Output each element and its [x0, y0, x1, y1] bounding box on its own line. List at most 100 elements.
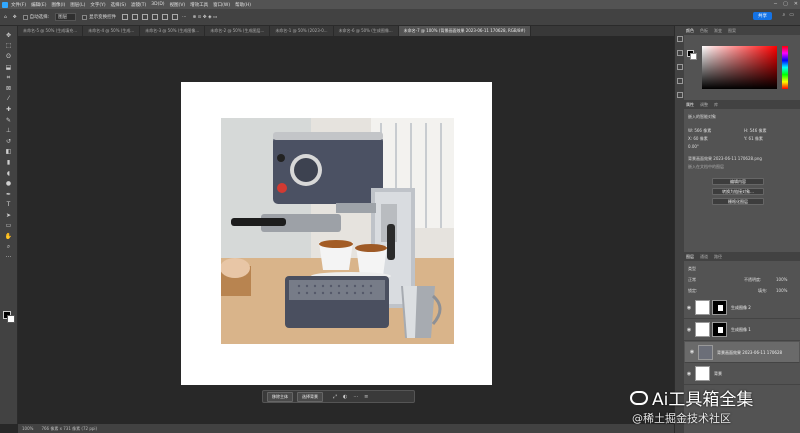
tab-libraries[interactable]: 库 — [714, 102, 718, 108]
menu-filter[interactable]: 滤镜(T) — [131, 2, 146, 8]
menu-window[interactable]: 窗口(W) — [213, 2, 230, 8]
more-icon[interactable]: ··· — [353, 394, 358, 400]
paragraph-panel-icon[interactable] — [676, 92, 683, 98]
eraser-tool-icon[interactable]: ◧ — [4, 147, 13, 156]
maximize-icon[interactable]: ▢ — [783, 1, 788, 7]
align-bottom-icon[interactable] — [172, 14, 179, 20]
rasterize-layer-button[interactable]: 栅格化图层 — [712, 198, 764, 205]
settings-icon[interactable]: ≡ — [364, 394, 368, 400]
brush-panel-icon[interactable] — [676, 64, 683, 70]
auto-select-checkbox[interactable] — [22, 14, 28, 20]
layer-row[interactable]: ◉ 生成图像 1 — [684, 319, 800, 341]
background-color-swatch[interactable] — [7, 315, 15, 323]
object-select-tool-icon[interactable]: ⬓ — [4, 63, 13, 72]
move-tool-icon[interactable]: ✥ — [4, 31, 13, 40]
align-left-icon[interactable] — [122, 14, 129, 20]
actions-panel-icon[interactable] — [676, 50, 683, 56]
more-tools-icon[interactable]: ··· — [4, 253, 13, 262]
tab-doc-7-active[interactable]: 未命名-7 @ 100% (背景画面效果 2023-06-11 170628, … — [398, 26, 532, 36]
tab-paths[interactable]: 路径 — [714, 254, 722, 260]
layer-row[interactable]: ◉ 背景 — [684, 363, 800, 385]
align-middle-icon[interactable] — [162, 14, 169, 20]
layer-kind-filter[interactable]: 类型 — [688, 266, 696, 272]
select-background-button[interactable]: 选择背景 — [297, 391, 323, 402]
rectangle-tool-icon[interactable]: ▭ — [4, 221, 13, 230]
convert-to-linked-button[interactable]: 转换为链接对象... — [712, 188, 764, 195]
tab-doc-3[interactable]: 未命名-3 @ 50% (生成图像... — [140, 26, 206, 36]
minimize-icon[interactable]: ─ — [774, 1, 777, 7]
menu-help[interactable]: 帮助(H) — [235, 2, 251, 8]
menu-3d[interactable]: 3D(D) — [151, 2, 164, 7]
tab-properties[interactable]: 属性 — [686, 102, 694, 108]
mask-icon[interactable]: ◐ — [343, 394, 347, 400]
y-field[interactable]: Y: 61 像素 — [744, 136, 763, 142]
x-field[interactable]: X: 60 像素 — [688, 136, 708, 142]
tab-layers[interactable]: 图层 — [686, 254, 694, 260]
zoom-tool-icon[interactable]: ⌕ — [4, 243, 13, 252]
gradient-tool-icon[interactable]: ▮ — [4, 158, 13, 167]
visibility-eye-icon[interactable]: ◉ — [685, 327, 693, 333]
crop-tool-icon[interactable]: ⌗ — [4, 73, 13, 82]
menu-image[interactable]: 图像(I) — [51, 2, 65, 8]
workspace-icon[interactable]: ▭ — [789, 12, 794, 18]
visibility-eye-icon[interactable]: ◉ — [688, 349, 696, 356]
menu-file[interactable]: 文件(F) — [11, 2, 26, 8]
align-center-icon[interactable] — [132, 14, 139, 20]
hue-slider[interactable] — [782, 46, 788, 89]
document-canvas[interactable] — [181, 82, 492, 385]
visibility-eye-icon[interactable]: ◉ — [685, 371, 693, 377]
lasso-tool-icon[interactable]: ʘ — [4, 52, 13, 61]
visibility-eye-icon[interactable]: ◉ — [685, 305, 693, 311]
zoom-level[interactable]: 100% — [22, 426, 33, 431]
layer-row-selected[interactable]: ◉ 背景画面效果 2023-06-11 170628 — [684, 341, 800, 363]
eyedropper-tool-icon[interactable]: ⁄ — [4, 94, 13, 103]
menu-view[interactable]: 视图(V) — [170, 2, 186, 8]
hand-tool-icon[interactable]: ✋ — [4, 232, 13, 241]
close-icon[interactable]: ✕ — [794, 1, 798, 7]
fill-value[interactable]: 100% — [776, 288, 787, 293]
menu-edit[interactable]: 编辑(E) — [31, 2, 46, 8]
canvas-area[interactable]: 移除主体 选择背景 ⤢ ◐ ··· ≡ — [18, 36, 674, 424]
align-top-icon[interactable] — [152, 14, 159, 20]
type-tool-icon[interactable]: T — [4, 200, 13, 209]
menu-select[interactable]: 选择(S) — [111, 2, 126, 8]
history-brush-icon[interactable]: ↺ — [4, 137, 13, 146]
tab-color[interactable]: 颜色 — [686, 28, 694, 34]
tab-doc-1[interactable]: 未命名-1 @ 50% (2023-0... — [270, 26, 334, 36]
menu-type[interactable]: 文字(Y) — [90, 2, 105, 8]
tab-adjustments[interactable]: 调整 — [700, 102, 708, 108]
history-panel-icon[interactable] — [676, 36, 683, 42]
coffee-machine-image[interactable] — [221, 118, 454, 344]
character-panel-icon[interactable] — [676, 78, 683, 84]
edit-contents-button[interactable]: 编辑内容 — [712, 178, 764, 185]
pen-tool-icon[interactable]: ✒ — [4, 190, 13, 199]
dodge-tool-icon[interactable]: ● — [4, 179, 13, 188]
height-field[interactable]: H: 546 像素 — [744, 128, 767, 134]
tab-doc-6[interactable]: 未命名-6 @ 50% (生成图像... — [334, 26, 399, 36]
menu-layer[interactable]: 图层(L) — [70, 2, 85, 8]
auto-select-option[interactable]: 自动选择: — [22, 14, 49, 20]
home-icon[interactable]: ⌂ — [4, 15, 7, 20]
healing-brush-icon[interactable]: ✚ — [4, 105, 13, 114]
angle-field[interactable]: 0.00° — [688, 144, 699, 149]
color-picker-field[interactable] — [702, 46, 777, 89]
transform-checkbox[interactable] — [82, 14, 88, 20]
layer-mask-thumbnail[interactable] — [712, 300, 727, 315]
more-options-icon[interactable]: ··· — [182, 15, 186, 20]
brush-tool-icon[interactable]: ✎ — [4, 116, 13, 125]
layer-row[interactable]: ◉ 生成图像 2 — [684, 297, 800, 319]
transform-controls-option[interactable]: 显示变换控件 — [82, 14, 116, 20]
clone-stamp-icon[interactable]: ⊥ — [4, 126, 13, 135]
tab-doc-5[interactable]: 未命名-5 @ 50% (生成填充... — [18, 26, 84, 36]
frame-tool-icon[interactable]: ⊠ — [4, 84, 13, 93]
tab-gradients[interactable]: 渐变 — [714, 28, 722, 34]
tab-doc-2[interactable]: 未命名-2 @ 50% (生成图层... — [205, 26, 271, 36]
tab-patterns[interactable]: 图案 — [728, 28, 736, 34]
3d-mode-icon[interactable]: ⊕ ⊙ ✥ ◈ ▭ — [192, 15, 217, 20]
remove-subject-button[interactable]: 移除主体 — [267, 391, 293, 402]
tab-doc-4[interactable]: 未命名-4 @ 50% (生成... — [83, 26, 141, 36]
search-icon[interactable]: ⌕ — [782, 12, 785, 18]
tab-swatches[interactable]: 色板 — [700, 28, 708, 34]
layer-mask-thumbnail[interactable] — [712, 322, 727, 337]
opacity-value[interactable]: 100% — [776, 277, 787, 282]
